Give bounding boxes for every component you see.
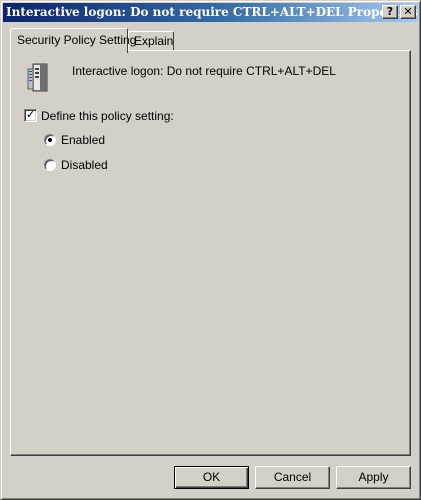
help-icon: ? xyxy=(386,5,394,18)
apply-button[interactable]: Apply xyxy=(336,466,411,489)
policy-server-icon xyxy=(27,63,48,92)
tab-label: Explain xyxy=(134,34,174,48)
close-icon: ✕ xyxy=(403,5,413,18)
ok-button[interactable]: OK xyxy=(174,466,249,489)
window-title: Interactive logon: Do not require CTRL+A… xyxy=(6,5,418,19)
properties-dialog: Interactive logon: Do not require CTRL+A… xyxy=(0,0,421,500)
help-button[interactable]: ? xyxy=(382,5,398,19)
enabled-radio[interactable]: Enabled xyxy=(44,133,105,147)
check-icon: ✓ xyxy=(26,108,36,121)
cancel-button[interactable]: Cancel xyxy=(255,466,330,489)
radio-selected-dot xyxy=(48,138,52,142)
define-policy-checkbox[interactable]: ✓ Define this policy setting: xyxy=(24,108,174,123)
checkbox-box[interactable]: ✓ xyxy=(24,108,37,122)
radio-disabled-circle[interactable] xyxy=(44,159,56,171)
define-policy-label: Define this policy setting: xyxy=(41,109,174,123)
title-bar[interactable]: Interactive logon: Do not require CTRL+A… xyxy=(3,3,418,22)
disabled-label: Disabled xyxy=(61,158,108,172)
policy-name: Interactive logon: Do not require CTRL+A… xyxy=(72,64,336,78)
close-button[interactable]: ✕ xyxy=(400,5,416,19)
tab-security-policy-setting[interactable]: Security Policy Setting xyxy=(10,28,136,53)
enabled-label: Enabled xyxy=(61,133,106,147)
disabled-radio[interactable]: Disabled xyxy=(44,158,108,172)
tab-label: Security Policy Setting xyxy=(17,33,137,47)
radio-enabled-circle[interactable] xyxy=(44,134,56,146)
